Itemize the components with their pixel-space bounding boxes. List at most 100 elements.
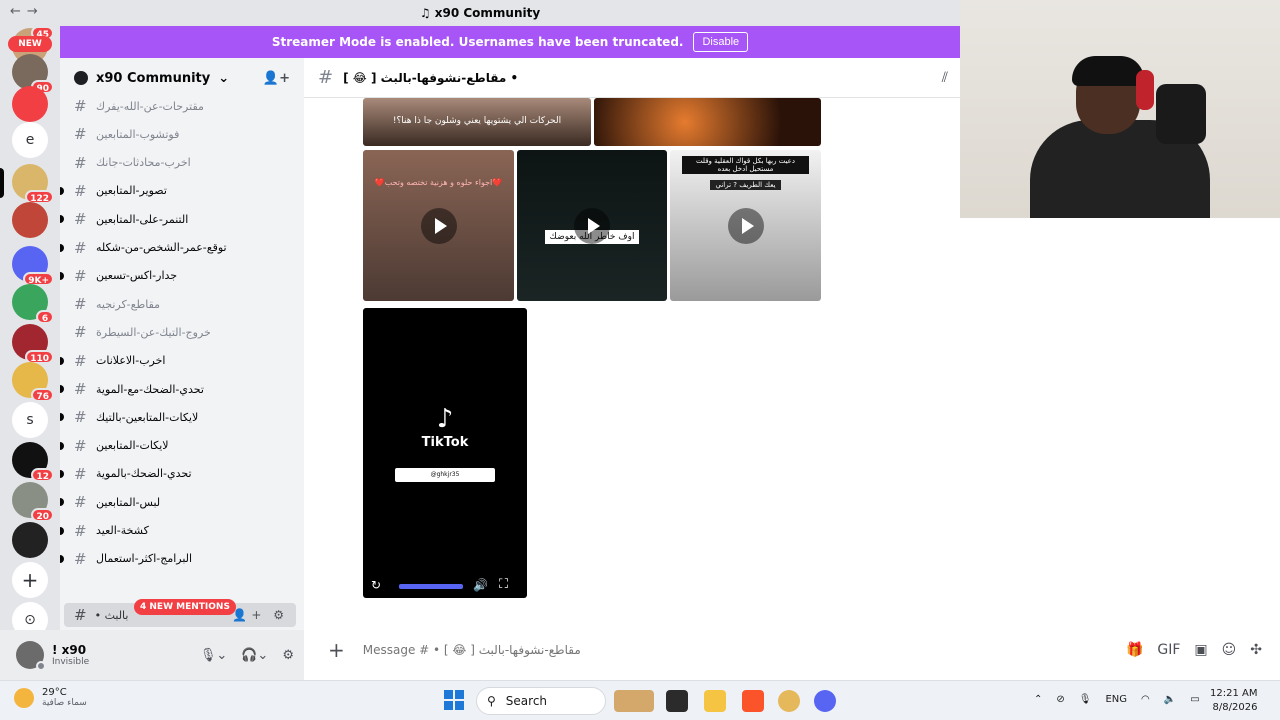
user-status: Invisible — [52, 657, 90, 667]
unread-indicator — [60, 498, 64, 507]
microphone-icon[interactable]: 🎙⌄ — [200, 648, 227, 663]
brave-browser-icon[interactable] — [742, 690, 764, 712]
message-input[interactable] — [362, 643, 863, 657]
channel-item[interactable]: # مقترحات-عن-الله-يفرك — [60, 94, 304, 118]
gif-icon[interactable]: GIF — [1157, 642, 1180, 658]
avatar[interactable] — [16, 641, 46, 671]
file-explorer-icon[interactable] — [704, 690, 726, 712]
chevron-up-icon[interactable]: ⌃ — [1034, 694, 1042, 705]
channel-item[interactable]: # لايكات-المتابعين-بالتيك — [60, 405, 304, 429]
discord-home-icon[interactable] — [12, 86, 48, 122]
channel-item[interactable]: # خروج-التيك-عن-السيطرة — [60, 320, 304, 344]
channel-item[interactable]: # البرامج-اكثر-استعمال — [60, 547, 304, 571]
video-thumbnail[interactable]: الحركات الي يشتويها يعني وشلون جا ذا هنا… — [363, 98, 591, 146]
channel-item[interactable]: # التنمر-على-المتابعين — [60, 207, 304, 231]
volume-icon[interactable]: 🔊 — [473, 578, 488, 592]
hash-icon: # — [74, 295, 87, 314]
apps-icon[interactable]: ✣ — [1250, 642, 1262, 658]
battery-icon[interactable]: ▭ — [1190, 694, 1199, 705]
channel-item[interactable]: # تحدي-الضحك-مع-الموية — [60, 377, 304, 401]
headphones-icon[interactable]: 🎧⌄ — [241, 648, 268, 663]
status-indicator — [36, 661, 46, 671]
video-thumbnail[interactable]: اوف خاطر الله بعوضك — [517, 150, 667, 301]
server-name: x90 Community — [96, 70, 211, 86]
server-icon[interactable] — [12, 202, 48, 238]
new-badge: NEW — [8, 36, 52, 52]
server-icon[interactable]: 12 — [12, 442, 54, 482]
server-icon[interactable]: 122 — [12, 164, 54, 204]
server-icon[interactable]: 90 — [12, 54, 54, 94]
hash-icon: # — [74, 549, 87, 568]
invite-people-icon[interactable]: 👤+ — [263, 71, 290, 86]
video-thumbnail[interactable]: ❤️اجواء حلوه و هزنية تختصه وتحب❤️ — [363, 150, 514, 301]
channel-item[interactable]: # جدار-اكس-تسعين — [60, 264, 304, 288]
add-attachment-icon[interactable]: + — [328, 638, 345, 662]
microphone-tray-icon[interactable]: 🎙 — [1079, 694, 1092, 705]
server-header[interactable]: x90 Community ⌄ 👤+ — [60, 58, 304, 98]
app-icon[interactable] — [778, 690, 800, 712]
discord-taskbar-icon[interactable] — [814, 690, 836, 712]
hash-icon: # — [74, 181, 87, 200]
channel-item[interactable]: # فوتشوب-المتابعين — [60, 122, 304, 146]
add-server-icon[interactable]: + — [12, 562, 48, 598]
channel-item[interactable]: # تحدي-الضحك-بالموية — [60, 462, 304, 486]
server-icon[interactable]: 20 — [12, 482, 54, 522]
channel-action-icons[interactable]: 👤+ ⚙ — [232, 608, 288, 622]
widget-image-icon[interactable] — [614, 690, 654, 712]
tray-app-icon[interactable]: ⊘ — [1056, 694, 1064, 705]
replay-icon[interactable]: ↻ — [371, 578, 381, 592]
taskbar-search[interactable]: ⚲ Search — [476, 687, 606, 715]
channel-name: مقترحات-عن-الله-يفرك — [96, 99, 204, 113]
terminal-icon[interactable] — [666, 690, 688, 712]
channel-item[interactable]: # لايكات-المتابعين — [60, 434, 304, 458]
server-icon[interactable] — [12, 522, 48, 558]
new-mentions-badge[interactable]: 4 NEW MENTIONS — [134, 599, 236, 615]
weather-widget[interactable]: 29°C سماء صافية — [14, 687, 87, 708]
channel-item[interactable]: # كشخة-العيد — [60, 519, 304, 543]
settings-gear-icon[interactable]: ⚙ — [282, 648, 294, 663]
channel-item[interactable]: # اخرب-الاعلانات — [60, 349, 304, 373]
threads-icon[interactable]: ⫽ — [942, 70, 948, 86]
volume-tray-icon[interactable]: 🔈 — [1164, 694, 1176, 705]
title-bar: ←→ ♫ x90 Community — [0, 0, 960, 26]
server-letter-s[interactable]: s — [12, 402, 48, 438]
channel-name: توقع-عمر-الشخص-من-شكله — [96, 241, 227, 254]
channel-name: اخرب-الاعلانات — [96, 354, 166, 368]
emoji-icon[interactable]: ☺ — [1222, 642, 1237, 658]
server-icon[interactable]: 9K+ — [12, 246, 54, 286]
play-icon[interactable] — [420, 207, 457, 244]
clock-time: 12:21 AM — [1210, 688, 1258, 699]
hash-icon: # — [74, 464, 87, 483]
video-player[interactable]: ♪ TikTok @ghkjr35 ↻ 🔊 ⛶ — [363, 308, 527, 598]
server-icon[interactable]: 6 — [12, 284, 54, 324]
video-caption: دعيت ربها بكل قواك العقلية وقلت مستحيل ا… — [682, 156, 809, 174]
play-icon[interactable] — [727, 207, 764, 244]
channel-name: لايكات-المتابعين-بالتيك — [96, 410, 199, 424]
hash-icon: # — [74, 380, 87, 398]
channel-item[interactable]: # لبس-المتابعين — [60, 490, 304, 514]
channel-item[interactable]: # مقاطع-كرنجيه — [60, 292, 304, 316]
windows-start-icon[interactable] — [444, 690, 464, 710]
volume-slider[interactable] — [399, 584, 463, 589]
unread-indicator — [60, 554, 64, 563]
server-icon[interactable]: 110 — [12, 324, 54, 364]
gift-icon[interactable]: 🎁 — [1126, 642, 1143, 658]
channel-item[interactable]: # تصوير-المتابعين — [60, 179, 304, 203]
video-thumbnail[interactable]: دعيت ربها بكل قواك العقلية وقلت مستحيل ا… — [670, 150, 821, 301]
disable-streamer-mode-button[interactable]: Disable — [693, 32, 749, 52]
unread-indicator — [60, 243, 64, 252]
hash-icon: # — [74, 210, 87, 229]
sticker-icon[interactable]: ▣ — [1194, 642, 1207, 658]
hash-icon: # — [74, 238, 87, 257]
video-thumbnail[interactable] — [594, 98, 821, 146]
clock[interactable]: 12:21 AM 8/8/2026 — [1210, 687, 1257, 715]
server-letter-e[interactable]: e — [12, 122, 48, 158]
wifi-icon[interactable]: ◠ — [1141, 694, 1150, 705]
server-icon[interactable]: 76 — [12, 362, 54, 402]
channel-item[interactable]: # اخرب-محادثات-جانك — [60, 151, 304, 175]
channel-item[interactable]: # توقع-عمر-الشخص-من-شكله — [60, 236, 304, 260]
language-indicator[interactable]: ENG — [1105, 694, 1127, 705]
fullscreen-icon[interactable]: ⛶ — [499, 577, 508, 592]
play-icon[interactable] — [574, 207, 610, 244]
hash-icon: # — [74, 436, 87, 455]
